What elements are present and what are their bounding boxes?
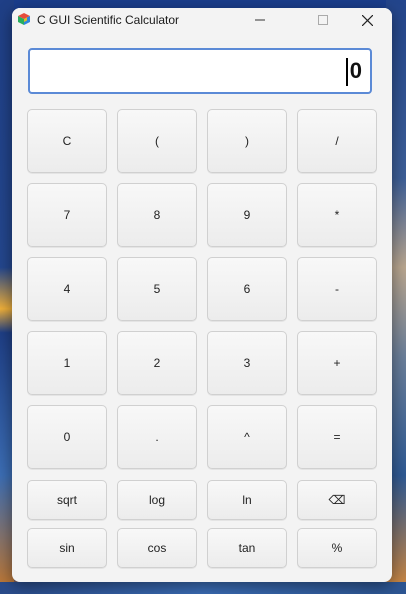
power-button[interactable]: ^ bbox=[207, 405, 287, 469]
cube-icon bbox=[18, 13, 30, 25]
clear-button[interactable]: C bbox=[27, 109, 107, 173]
open-paren-button[interactable]: ( bbox=[117, 109, 197, 173]
log-button[interactable]: log bbox=[117, 480, 197, 520]
minimize-icon bbox=[254, 19, 265, 21]
digit-1-button[interactable]: 1 bbox=[27, 331, 107, 395]
sqrt-button[interactable]: sqrt bbox=[27, 480, 107, 520]
ln-button[interactable]: ln bbox=[207, 480, 287, 520]
maximize-icon bbox=[317, 15, 328, 25]
calculator-window: C GUI Scientific Calculator 0 C ( ) / 7 … bbox=[12, 8, 392, 582]
digit-5-button[interactable]: 5 bbox=[117, 257, 197, 321]
maximize-button[interactable] bbox=[300, 8, 345, 32]
cos-button[interactable]: cos bbox=[117, 528, 197, 568]
calculator-display[interactable]: 0 bbox=[28, 48, 372, 94]
sin-button[interactable]: sin bbox=[27, 528, 107, 568]
digit-7-button[interactable]: 7 bbox=[27, 183, 107, 247]
multiply-button[interactable]: * bbox=[297, 183, 377, 247]
close-button[interactable] bbox=[345, 8, 390, 32]
digit-9-button[interactable]: 9 bbox=[207, 183, 287, 247]
desktop-wallpaper-bottom bbox=[0, 582, 406, 594]
digit-3-button[interactable]: 3 bbox=[207, 331, 287, 395]
window-title: C GUI Scientific Calculator bbox=[37, 13, 180, 27]
percent-button[interactable]: % bbox=[297, 528, 377, 568]
digit-8-button[interactable]: 8 bbox=[117, 183, 197, 247]
tan-button[interactable]: tan bbox=[207, 528, 287, 568]
digit-2-button[interactable]: 2 bbox=[117, 331, 197, 395]
backspace-button[interactable]: ⌫ bbox=[297, 480, 377, 520]
digit-6-button[interactable]: 6 bbox=[207, 257, 287, 321]
add-button[interactable]: + bbox=[297, 331, 377, 395]
decimal-point-button[interactable]: . bbox=[117, 405, 197, 469]
title-bar[interactable]: C GUI Scientific Calculator bbox=[12, 8, 392, 32]
divide-button[interactable]: / bbox=[297, 109, 377, 173]
digit-0-button[interactable]: 0 bbox=[27, 405, 107, 469]
minimize-button[interactable] bbox=[237, 8, 282, 32]
digit-4-button[interactable]: 4 bbox=[27, 257, 107, 321]
text-caret bbox=[346, 58, 348, 86]
close-paren-button[interactable]: ) bbox=[207, 109, 287, 173]
subtract-button[interactable]: - bbox=[297, 257, 377, 321]
equals-button[interactable]: = bbox=[297, 405, 377, 469]
close-icon bbox=[362, 14, 373, 26]
display-value: 0 bbox=[349, 58, 362, 83]
